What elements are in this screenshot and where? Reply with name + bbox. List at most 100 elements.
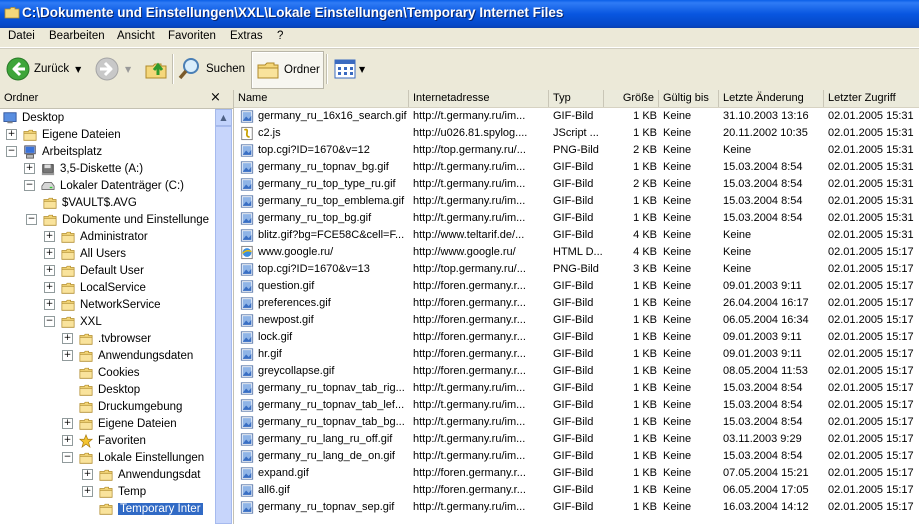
file-type: GIF-Bild <box>553 110 594 122</box>
tree-item[interactable]: + Anwendungsdaten <box>62 347 193 364</box>
file-row[interactable]: lock.gif http://foren.germany.r... GIF-Bil… <box>234 329 919 346</box>
back-dropdown-icon[interactable]: ▼ <box>75 65 81 74</box>
image-file-icon <box>240 467 254 480</box>
tree-item[interactable]: − XXL <box>44 313 102 330</box>
col-header-name[interactable]: Name <box>234 90 409 107</box>
expand-icon[interactable]: + <box>62 350 73 361</box>
menu-favoriten[interactable]: Favoriten <box>168 30 216 42</box>
file-modified: 09.01.2003 9:11 <box>723 280 802 292</box>
scrollbar-thumb[interactable] <box>215 126 232 524</box>
file-row[interactable]: germany_ru_topnav_bg.gif http://t.germany… <box>234 159 919 176</box>
file-row[interactable]: germany_ru_16x16_search.gif http://t.germ… <box>234 108 919 125</box>
collapse-icon[interactable]: − <box>26 214 37 225</box>
tree-item[interactable]: − Arbeitsplatz <box>6 143 102 160</box>
expand-icon[interactable]: + <box>6 129 17 140</box>
tree-item[interactable]: + Eigene Dateien <box>6 126 121 143</box>
menu-help[interactable]: ? <box>277 30 283 42</box>
file-row[interactable]: germany_ru_top_bg.gif http://t.germany.ru… <box>234 210 919 227</box>
file-name: germany_ru_topnav_sep.gif <box>258 501 395 513</box>
expand-icon[interactable]: + <box>44 299 55 310</box>
tree-scrollbar[interactable]: ▲ <box>215 109 232 524</box>
menu-datei[interactable]: Datei <box>8 30 35 42</box>
expand-icon[interactable]: + <box>62 418 73 429</box>
tree-item[interactable]: + Eigene Dateien <box>62 415 177 432</box>
expand-icon[interactable]: + <box>44 265 55 276</box>
col-header-url[interactable]: Internetadresse <box>409 90 549 107</box>
file-row[interactable]: germany_ru_lang_ru_off.gif http://t.germa… <box>234 431 919 448</box>
expand-icon[interactable]: + <box>44 282 55 293</box>
file-row[interactable]: greycollapse.gif http://foren.germany.r..… <box>234 363 919 380</box>
tree-item[interactable]: + Favoriten <box>62 432 146 449</box>
tree-item[interactable]: + LocalService <box>44 279 146 296</box>
folders-button[interactable]: Ordner <box>251 51 324 89</box>
scroll-up-icon[interactable]: ▲ <box>215 109 232 126</box>
tree-item[interactable]: + All Users <box>44 245 126 262</box>
file-row[interactable]: question.gif http://foren.germany.r... GIF… <box>234 278 919 295</box>
expand-icon[interactable]: + <box>82 469 93 480</box>
file-row[interactable]: top.cgi?ID=1670&v=13 http://top.germany.r… <box>234 261 919 278</box>
col-header-modified[interactable]: Letzte Änderung <box>719 90 824 107</box>
file-row[interactable]: newpost.gif http://foren.germany.r... GIF-… <box>234 312 919 329</box>
menu-ansicht[interactable]: Ansicht <box>117 30 155 42</box>
file-name: lock.gif <box>258 331 293 343</box>
up-folder-button[interactable] <box>144 51 168 87</box>
views-button[interactable]: ▼ <box>333 51 365 87</box>
tree-item[interactable]: Cookies <box>62 364 140 381</box>
file-row[interactable]: germany_ru_top_type_ru.gif http://t.germa… <box>234 176 919 193</box>
file-modified: Keine <box>723 246 752 258</box>
tree-item[interactable]: + Administrator <box>44 228 148 245</box>
collapse-icon[interactable]: − <box>44 316 55 327</box>
folder-pane: Ordner × Desktop + Eigene Dateien − Arbeitsp… <box>0 90 234 524</box>
file-row[interactable]: hr.gif http://foren.germany.r... GIF-Bild 1… <box>234 346 919 363</box>
close-icon[interactable]: × <box>210 90 221 105</box>
col-header-expires[interactable]: Gültig bis <box>659 90 719 107</box>
tree-item[interactable]: $VAULT$.AVG <box>26 194 137 211</box>
tree-item[interactable]: + Temp <box>82 483 146 500</box>
file-row[interactable]: germany_ru_topnav_tab_bg... http://t.germ… <box>234 414 919 431</box>
col-header-type[interactable]: Typ <box>549 90 604 107</box>
tree-item[interactable]: Druckumgebung <box>62 398 182 415</box>
back-button[interactable]: Zurück ▼ <box>6 51 81 87</box>
col-header-size[interactable]: Größe <box>604 90 659 107</box>
tree-item[interactable]: − Lokale Einstellungen <box>62 449 204 466</box>
expand-icon[interactable]: + <box>44 248 55 259</box>
col-header-accessed[interactable]: Letzter Zugriff <box>824 90 919 107</box>
expand-icon[interactable]: + <box>44 231 55 242</box>
expand-icon[interactable]: + <box>62 333 73 344</box>
views-dropdown-icon[interactable]: ▼ <box>359 65 365 74</box>
expand-icon[interactable]: + <box>62 435 73 446</box>
file-row[interactable]: top.cgi?ID=1670&v=12 http://top.germany.r… <box>234 142 919 159</box>
tree-item[interactable]: + NetworkService <box>44 296 161 313</box>
tree-item[interactable]: Temporary Inter <box>82 500 203 517</box>
file-row[interactable]: expand.gif http://foren.germany.r... GIF-B… <box>234 465 919 482</box>
forward-button[interactable]: ▼ <box>95 51 131 87</box>
menu-bearbeiten[interactable]: Bearbeiten <box>49 30 105 42</box>
tree-item[interactable]: Desktop <box>2 109 64 126</box>
file-accessed: 02.01.2005 15:17 <box>828 416 914 428</box>
file-row[interactable]: germany_ru_topnav_tab_lef... http://t.ger… <box>234 397 919 414</box>
tree-item[interactable]: + Anwendungsdat <box>82 466 200 483</box>
expand-icon[interactable]: + <box>24 163 35 174</box>
tree-item[interactable]: − Dokumente und Einstellunge <box>26 211 209 228</box>
search-button[interactable]: Suchen <box>178 51 245 87</box>
tree-item[interactable]: + Default User <box>44 262 144 279</box>
tree-item[interactable]: Desktop <box>62 381 140 398</box>
file-row[interactable]: germany_ru_lang_de_on.gif http://t.german… <box>234 448 919 465</box>
tree-item[interactable]: +3,5-Diskette (A:) <box>24 160 143 177</box>
tree-item[interactable]: + .tvbrowser <box>62 330 151 347</box>
tree-item[interactable]: − Lokaler Datenträger (C:) <box>24 177 184 194</box>
file-row[interactable]: germany_ru_topnav_sep.gif http://t.german… <box>234 499 919 516</box>
file-row[interactable]: www.google.ru/http://www.google.ru/HTML … <box>234 244 919 261</box>
collapse-icon[interactable]: − <box>6 146 17 157</box>
file-row[interactable]: blitz.gif?bg=FCE58C&cell=F... http://www.… <box>234 227 919 244</box>
expand-icon[interactable]: + <box>82 486 93 497</box>
menu-extras[interactable]: Extras <box>230 30 263 42</box>
file-row[interactable]: germany_ru_topnav_tab_rig... http://t.ger… <box>234 380 919 397</box>
collapse-icon[interactable]: − <box>62 452 73 463</box>
file-row[interactable]: germany_ru_top_emblema.gif http://t.germa… <box>234 193 919 210</box>
file-row[interactable]: c2.js http://u026.81.spylog.... JScript ..… <box>234 125 919 142</box>
file-row[interactable]: all6.gif http://foren.germany.r... GIF-Bil… <box>234 482 919 499</box>
forward-dropdown-icon[interactable]: ▼ <box>125 65 131 74</box>
collapse-icon[interactable]: − <box>24 180 35 191</box>
file-row[interactable]: preferences.gif http://foren.germany.r...… <box>234 295 919 312</box>
